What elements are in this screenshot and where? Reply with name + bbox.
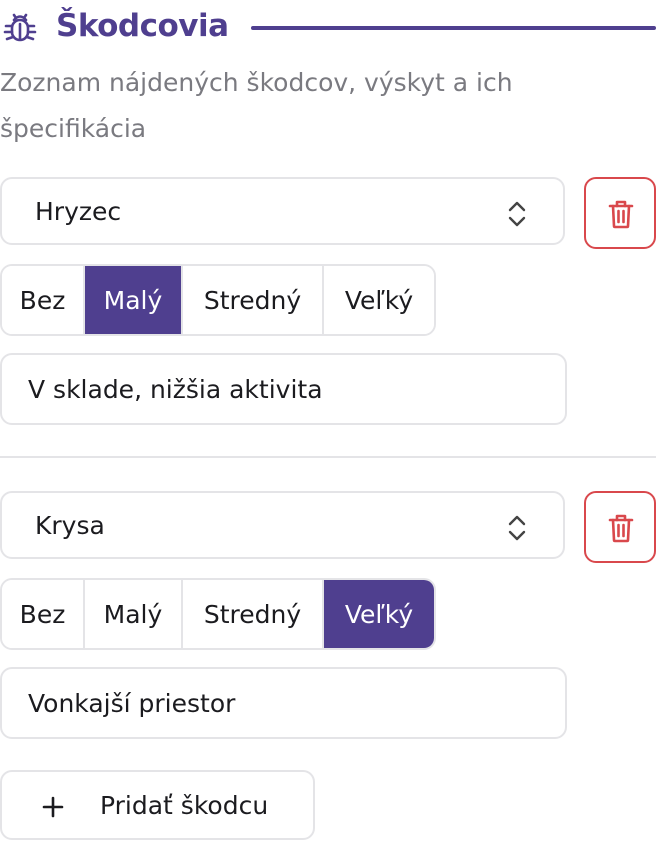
delete-pest-button[interactable]	[584, 177, 656, 249]
add-pest-label: Pridať škodcu	[100, 791, 269, 820]
pest-select-value: Krysa	[35, 511, 105, 540]
delete-pest-button[interactable]	[584, 491, 656, 563]
pest-note-input[interactable]	[0, 667, 567, 739]
pest-select[interactable]: Krysa	[0, 491, 565, 559]
pest-divider	[0, 456, 656, 458]
add-pest-button[interactable]: Pridať škodcu	[0, 770, 315, 840]
level-option-maly[interactable]: Malý	[85, 266, 183, 334]
level-option-bez[interactable]: Bez	[2, 580, 85, 648]
level-option-stredny[interactable]: Stredný	[183, 580, 324, 648]
pest-select-value: Hryzec	[35, 197, 122, 226]
trash-icon	[608, 200, 634, 229]
level-option-velky[interactable]: Veľký	[324, 580, 434, 648]
chevron-up-down-icon	[508, 515, 526, 541]
level-option-bez[interactable]: Bez	[2, 266, 85, 334]
trash-icon	[608, 514, 634, 543]
level-option-velky[interactable]: Veľký	[324, 266, 434, 334]
level-option-stredny[interactable]: Stredný	[183, 266, 324, 334]
infestation-level-selector: Bez Malý Stredný Veľký	[0, 264, 436, 336]
section-title: Škodcovia	[56, 8, 229, 44]
level-option-maly[interactable]: Malý	[85, 580, 183, 648]
chevron-up-down-icon	[508, 201, 526, 227]
infestation-level-selector: Bez Malý Stredný Veľký	[0, 578, 436, 650]
bug-icon	[3, 13, 37, 42]
pest-select[interactable]: Hryzec	[0, 177, 565, 245]
section-header: Škodcovia	[0, 6, 656, 50]
section-subtitle: Zoznam nájdených škodcov, výskyt a ich š…	[0, 68, 513, 143]
plus-icon	[42, 796, 64, 818]
pest-note-input[interactable]	[0, 353, 567, 425]
header-divider	[251, 26, 656, 30]
